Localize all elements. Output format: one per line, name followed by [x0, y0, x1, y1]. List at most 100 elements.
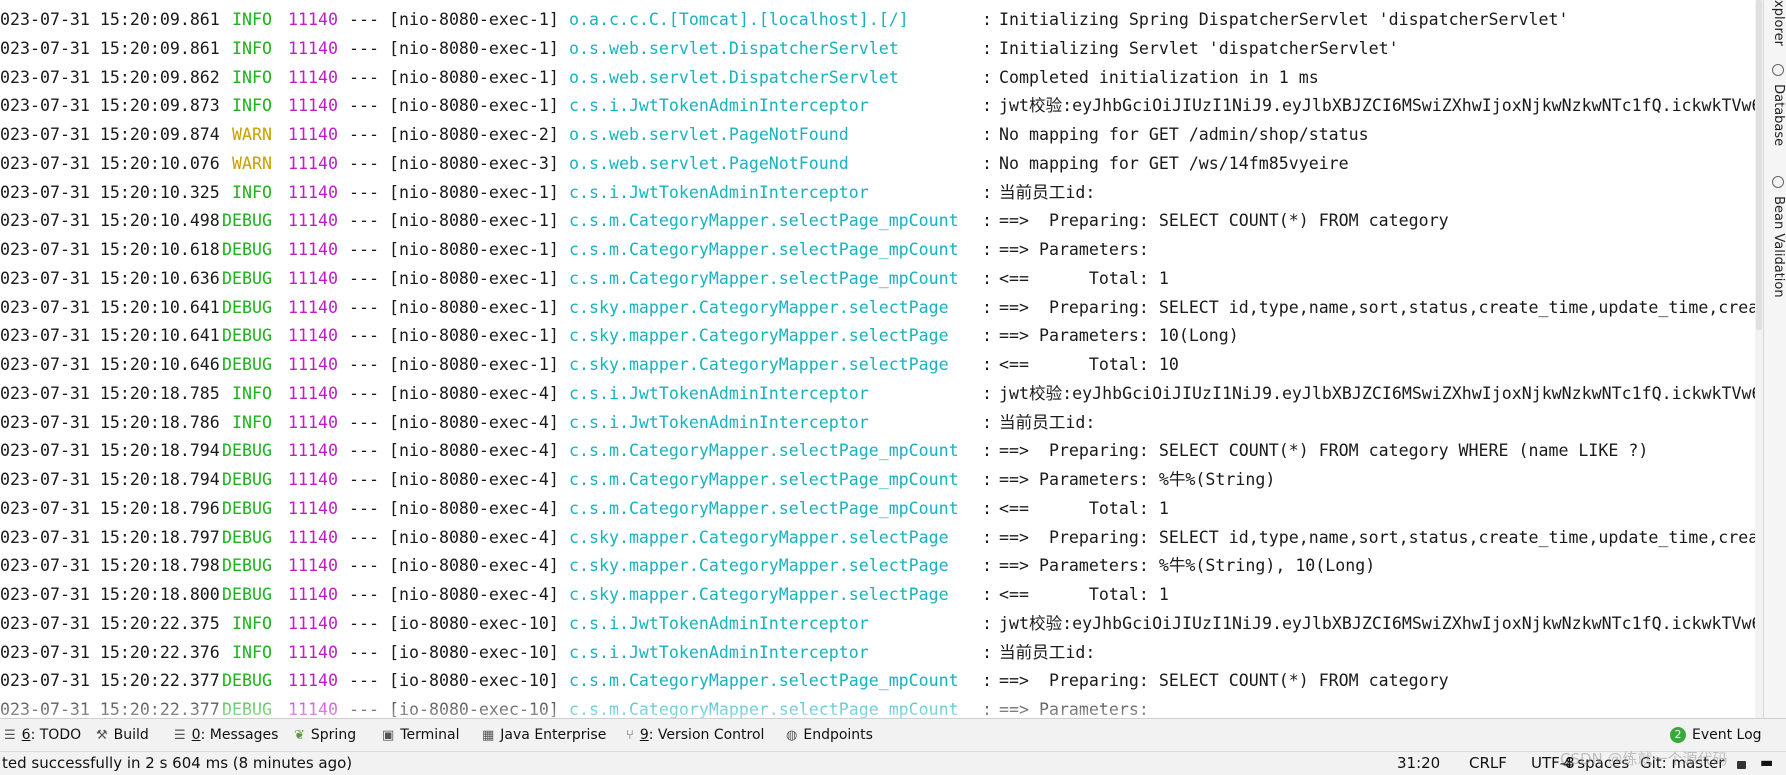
log-colon: : [982, 527, 992, 547]
log-pid: 11140 [288, 642, 338, 662]
log-pid: 11140 [288, 125, 338, 144]
log-separator: --- [349, 67, 379, 87]
log-timestamp: 023-07-31 15:20:22.377 [0, 671, 220, 691]
messages-shortcut: 0 [191, 727, 201, 743]
log-colon: : [982, 613, 992, 633]
log-thread: [nio-8080-exec-4] [389, 412, 559, 432]
event-log-icon: 2 [1670, 727, 1686, 743]
log-message: jwt校验:eyJhbGciOiJIUzI1NiJ9.eyJlbXBJZCI6M… [999, 383, 1755, 403]
endpoints-tool-button[interactable]: ◍ Endpoints [786, 719, 873, 751]
log-level: DEBUG [222, 268, 272, 288]
version-control-tool-button[interactable]: ⑂ 9: Version Control [626, 719, 764, 751]
line-separator[interactable]: CRLF [1469, 752, 1507, 775]
log-colon: : [982, 268, 992, 288]
terminal-tool-button[interactable]: ▣ Terminal [382, 719, 459, 751]
database-tab[interactable]: Database [1766, 64, 1786, 146]
event-log-tool-button[interactable]: 2 Event Log [1670, 719, 1762, 751]
log-level: DEBUG [222, 240, 272, 259]
log-pid: 11140 [288, 441, 338, 461]
log-pid: 11140 [288, 326, 338, 346]
log-timestamp: 023-07-31 15:20:09.862 [0, 67, 220, 87]
log-separator: --- [349, 556, 379, 576]
log-thread: [nio-8080-exec-1] [389, 96, 559, 116]
log-level: DEBUG [222, 556, 272, 576]
log-colon: : [982, 326, 992, 346]
log-message: ==> Parameters: [999, 240, 1149, 259]
log-timestamp: 023-07-31 15:20:09.861 [0, 38, 220, 58]
log-thread: [nio-8080-exec-1] [389, 38, 559, 58]
log-timestamp: 023-07-31 15:20:10.498 [0, 211, 220, 231]
indent-setting[interactable]: 4 spaces [1563, 752, 1629, 775]
messages-icon: ☰ [174, 728, 186, 743]
bean-validation-tab[interactable]: Bean Validation [1766, 176, 1786, 298]
log-logger: o.s.web.servlet.PageNotFound [569, 125, 849, 144]
todo-label: : TODO [30, 727, 82, 743]
caret-position[interactable]: 31:20 [1397, 752, 1440, 775]
log-timestamp: 023-07-31 15:20:22.376 [0, 642, 220, 662]
log-colon: : [982, 383, 992, 403]
log-timestamp: 023-07-31 15:20:18.797 [0, 527, 220, 547]
log-pid: 11140 [288, 585, 338, 604]
explorer-tab[interactable]: xplorer [1766, 0, 1786, 46]
log-separator: --- [349, 211, 379, 231]
event-log-label: Event Log [1692, 727, 1762, 743]
log-message: No mapping for GET /admin/shop/status [999, 125, 1369, 144]
log-colon: : [982, 297, 992, 317]
log-timestamp: 023-07-31 15:20:18.794 [0, 470, 220, 489]
log-message: ==> Parameters: %牛%(String) [999, 470, 1276, 489]
todo-tool-button[interactable]: ☰ 6: TODO [4, 719, 81, 751]
log-logger: o.a.c.c.C.[Tomcat].[localhost].[/] [569, 10, 909, 29]
log-logger: c.s.i.JwtTokenAdminInterceptor [569, 642, 869, 662]
log-level: WARN [222, 125, 272, 144]
log-pid: 11140 [288, 67, 338, 87]
log-pid: 11140 [288, 38, 338, 58]
build-label: Build [113, 727, 149, 743]
log-pid: 11140 [288, 412, 338, 432]
log-separator: --- [349, 498, 379, 518]
log-thread: [nio-8080-exec-1] [389, 297, 559, 317]
log-pid: 11140 [288, 96, 338, 116]
bean-validation-tab-label: Bean Validation [1771, 196, 1786, 298]
log-colon: : [982, 67, 992, 87]
log-level: INFO [222, 67, 272, 87]
java-enterprise-tool-button[interactable]: ▦ Java Enterprise [482, 719, 606, 751]
log-message: Completed initialization in 1 ms [999, 67, 1319, 87]
log-logger: c.s.i.JwtTokenAdminInterceptor [569, 182, 869, 202]
messages-tool-button[interactable]: ☰ 0: Messages [174, 719, 278, 751]
log-colon: : [982, 556, 992, 576]
log-pid: 11140 [288, 182, 338, 202]
log-pid: 11140 [288, 297, 338, 317]
log-timestamp: 023-07-31 15:20:18.786 [0, 412, 220, 432]
log-message: Initializing Servlet 'dispatcherServlet' [999, 38, 1399, 58]
spring-tool-button[interactable]: ❦ Spring [294, 719, 356, 751]
log-message: ==> Preparing: SELECT id,type,name,sort,… [999, 527, 1755, 547]
log-thread: [io-8080-exec-10] [389, 642, 559, 662]
log-thread: [nio-8080-exec-4] [389, 441, 559, 461]
log-thread: [nio-8080-exec-1] [389, 182, 559, 202]
log-message: <== Total: 1 [999, 498, 1169, 518]
scrollbar-thumb[interactable] [1756, 0, 1762, 330]
status-message[interactable]: ted successfully in 2 s 604 ms (8 minute… [2, 752, 352, 775]
lock-icon[interactable] [1737, 752, 1746, 775]
log-level: INFO [222, 642, 272, 662]
log-level: INFO [222, 96, 272, 116]
log-separator: --- [349, 585, 379, 604]
run-console[interactable]: 023-07-31 15:20:09.861 INFO 11140 --- [nio-… [0, 0, 1755, 718]
log-level: DEBUG [222, 527, 272, 547]
right-tool-strip: xplorer Database Bean Validation [1763, 0, 1786, 718]
log-pid: 11140 [288, 613, 338, 633]
java-enterprise-icon: ▦ [482, 728, 495, 743]
git-branch[interactable]: Git: master [1640, 752, 1724, 775]
log-timestamp: 023-07-31 15:20:22.375 [0, 613, 220, 633]
log-pid: 11140 [288, 556, 338, 576]
build-tool-button[interactable]: ⚒ Build [96, 719, 149, 751]
console-vertical-scrollbar[interactable] [1755, 0, 1763, 718]
log-logger: c.s.m.CategoryMapper.selectPage_mpCount [569, 700, 959, 718]
log-timestamp: 023-07-31 15:20:10.646 [0, 355, 220, 374]
memory-indicator-icon[interactable]: ▬ [1760, 752, 1773, 775]
log-message: Initializing Spring DispatcherServlet 'd… [999, 10, 1569, 29]
spring-label: Spring [310, 727, 357, 743]
log-level: INFO [222, 613, 272, 633]
log-pid: 11140 [288, 268, 338, 288]
log-logger: c.s.m.CategoryMapper.selectPage_mpCount [569, 470, 959, 489]
